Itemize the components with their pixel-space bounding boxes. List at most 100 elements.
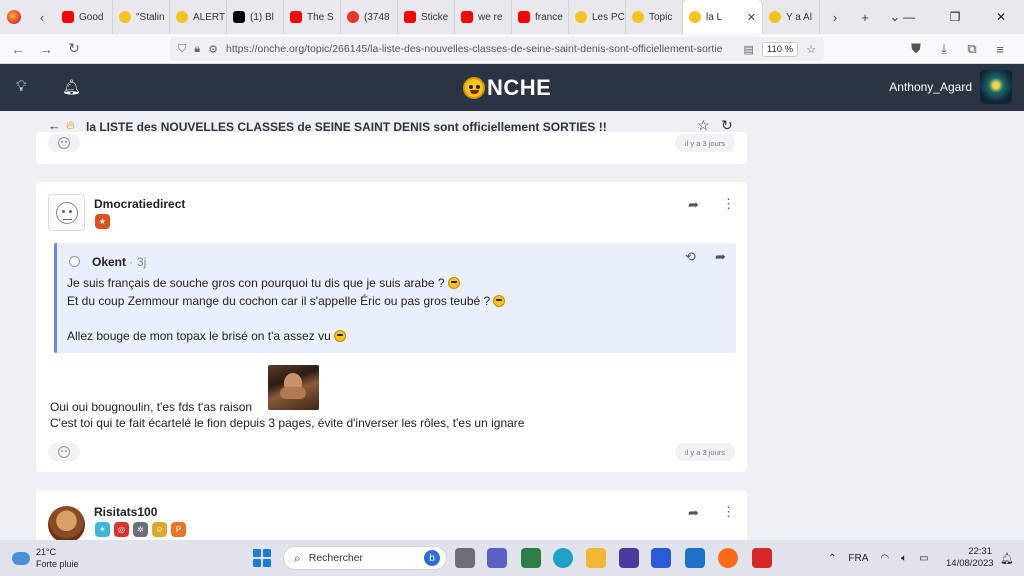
post-card: Dmocratiedirect ★ ➦ ⋮ Okent · 3j ⟲ ➦ Je … (36, 182, 747, 472)
reader-view-icon[interactable]: ▤ (743, 43, 753, 56)
browser-tab[interactable]: Sticke (398, 0, 455, 34)
browser-tab[interactable]: The S (284, 0, 341, 34)
extensions-icon[interactable]: ⧉ (958, 41, 986, 57)
onche-favicon-icon (176, 11, 188, 23)
tab-active-label: la L (706, 11, 723, 23)
browser-tab[interactable]: Les PC (569, 0, 626, 34)
lightbulb-icon[interactable]: 💡︎ (16, 78, 27, 95)
browser-tab[interactable]: (1) Bl (227, 0, 284, 34)
reload-icon[interactable]: ↻ (60, 40, 88, 57)
bookmark-star-icon[interactable]: ☆ (806, 43, 816, 56)
tab-scroll-left-icon[interactable]: ‹ (28, 0, 56, 34)
x-favicon-icon (233, 11, 245, 23)
tab-after[interactable]: Y a Al (763, 0, 820, 34)
zoom-level[interactable]: 110 % (761, 41, 799, 57)
browser-tab[interactable]: france (512, 0, 569, 34)
address-bar[interactable]: ⛉ 🔒︎ ⚙ https://onche.org/topic/266145/la… (170, 37, 824, 61)
tlc-app-icon[interactable] (752, 548, 772, 568)
quote-share-icon[interactable]: ➦ (715, 249, 726, 265)
browser-tab[interactable]: Good (56, 0, 113, 34)
browser-tab[interactable]: ALERT (170, 0, 227, 34)
onche-favicon-icon (769, 11, 781, 23)
edge-icon[interactable] (553, 548, 573, 568)
url-text[interactable]: https://onche.org/topic/266145/la-liste-… (226, 43, 744, 55)
windows-start-icon[interactable] (253, 549, 271, 567)
share-icon[interactable]: ➦ (688, 197, 699, 213)
notifications-bell-icon[interactable]: 🔔︎ (62, 78, 81, 96)
taskbar-search[interactable]: ⌕ Rechercher b (283, 546, 447, 570)
firefox-menu-icon[interactable] (0, 0, 28, 34)
default-avatar-icon (55, 201, 78, 224)
permissions-icon[interactable]: ⚙ (208, 43, 218, 56)
browser-tab-label: (1) Bl (250, 11, 274, 23)
volume-icon[interactable]: 🔈︎ (901, 553, 907, 564)
wifi-icon[interactable]: ◠ (880, 553, 889, 564)
gear-badge-icon: ✲ (133, 522, 148, 537)
task-view-icon[interactable] (455, 548, 475, 568)
new-tab-icon[interactable]: + (850, 10, 880, 25)
browser-tab[interactable]: Topic (626, 0, 683, 34)
close-window-icon[interactable]: ✕ (978, 0, 1024, 34)
pocket-icon[interactable]: ⛊ (902, 41, 930, 57)
mail-icon[interactable] (685, 548, 705, 568)
weather-widget[interactable]: 21°C Forte pluie (12, 546, 79, 570)
back-icon[interactable]: ← (4, 41, 32, 57)
firefox-taskbar-icon[interactable] (718, 548, 738, 568)
risitas-avatar[interactable] (48, 506, 85, 543)
tab-scroll-right-icon[interactable]: › (820, 10, 850, 25)
tray-chevron-icon[interactable]: ⌃ (828, 553, 836, 564)
browser-tab[interactable]: we re (455, 0, 512, 34)
quote-line-2: Et du coup Zemmour mange du cochon car i… (67, 294, 506, 308)
quote-author[interactable]: Okent (92, 255, 126, 269)
browser-tab-label: ALERT (193, 11, 226, 23)
author-avatar[interactable] (48, 194, 85, 231)
clock[interactable]: 22:31 14/08/2023 (946, 546, 994, 570)
language-indicator[interactable]: FRA (848, 553, 868, 564)
more-options-icon[interactable]: ⋮ (722, 504, 735, 520)
browser-tab[interactable]: (3748 (341, 0, 398, 34)
username[interactable]: Anthony_Agard (889, 80, 972, 94)
share-icon[interactable]: ➦ (688, 505, 699, 521)
menu-icon[interactable]: ≡ (986, 42, 1014, 57)
teams-icon[interactable] (487, 548, 507, 568)
close-tab-icon[interactable]: ✕ (747, 11, 756, 24)
mcafee-icon[interactable] (651, 548, 671, 568)
reaction-button[interactable] (48, 134, 80, 152)
quote-separator: · (129, 255, 133, 269)
youtube-favicon-icon (404, 11, 416, 23)
lock-icon[interactable]: 🔒︎ (194, 43, 200, 56)
restore-icon[interactable]: ❐ (932, 0, 978, 34)
quote-author-avatar (69, 256, 80, 267)
post-author[interactable]: Dmocratiedirect (94, 197, 185, 211)
onche-favicon-icon (689, 11, 701, 23)
youtube-favicon-icon (461, 11, 473, 23)
file-explorer-icon[interactable] (586, 548, 606, 568)
downloads-icon[interactable]: ⤓ (930, 41, 958, 57)
site-logo[interactable]: NCHE (463, 75, 551, 101)
history-icon[interactable]: ⟲ (685, 249, 696, 265)
quote-line-3: Allez bouge de mon topax le brisé on t'a… (67, 329, 346, 343)
windows-taskbar: 21°C Forte pluie ⌕ Rechercher b ⌃ FRA ◠ … (0, 540, 1024, 576)
youtube-favicon-icon (62, 11, 74, 23)
forward-icon[interactable]: → (32, 41, 60, 57)
back-arrow-icon[interactable]: ← (48, 118, 61, 133)
app-icon[interactable] (619, 548, 639, 568)
battery-icon[interactable]: ▭ (919, 553, 928, 564)
laughing-emoji-icon (493, 295, 506, 307)
post-date: il y a 3 jours (674, 443, 735, 461)
user-avatar[interactable] (980, 70, 1012, 104)
tab-active[interactable]: la L ✕ (683, 0, 763, 34)
reaction-button[interactable] (48, 443, 80, 461)
onche-logo-icon (463, 77, 485, 99)
more-options-icon[interactable]: ⋮ (722, 196, 735, 212)
store-icon[interactable] (521, 548, 541, 568)
next-post-author[interactable]: Risitats100 (94, 505, 157, 519)
bing-icon[interactable]: b (424, 550, 440, 566)
shield-icon[interactable]: ⛉ (178, 43, 186, 56)
browser-tab-label: "Stalin (136, 11, 165, 23)
browser-tab[interactable]: "Stalin (113, 0, 170, 34)
notification-center-icon[interactable]: 🔔︎ (1000, 552, 1014, 565)
clock-time: 22:31 (968, 546, 992, 557)
minimize-icon[interactable]: — (886, 0, 932, 34)
post-line-2: C'est toi qui te fait écartelé le fion d… (50, 416, 525, 430)
